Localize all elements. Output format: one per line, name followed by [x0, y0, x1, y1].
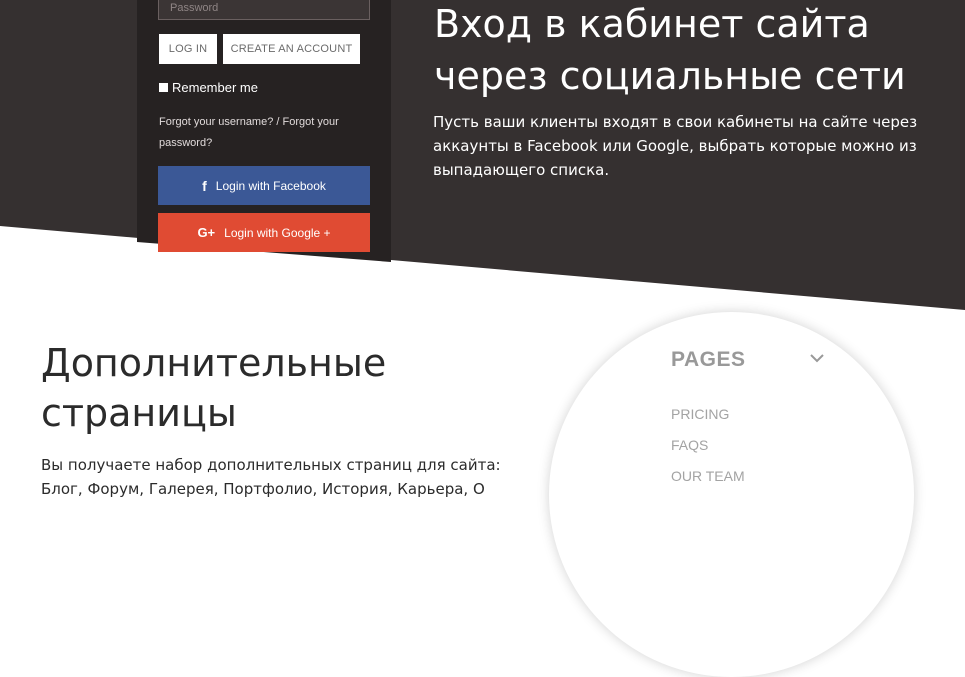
remember-checkbox[interactable] — [159, 83, 168, 92]
menu-item-our-team[interactable]: OUR TEAM — [671, 468, 745, 484]
pages-section-title: Дополнительные страницы — [41, 341, 387, 435]
remember-label: Remember me — [172, 80, 258, 95]
google-login-button[interactable]: G+ Login with Google + — [158, 213, 370, 252]
login-button[interactable]: LOG IN — [159, 34, 217, 64]
facebook-login-button[interactable]: f Login with Facebook — [158, 166, 370, 205]
password-placeholder: Password — [170, 2, 219, 14]
password-input[interactable]: Password — [158, 0, 370, 20]
chevron-down-icon[interactable] — [810, 353, 824, 363]
pages-section-text: Вы получаете набор дополнительных страни… — [41, 456, 501, 498]
google-plus-icon: G+ — [197, 225, 216, 240]
menu-item-pricing[interactable]: PRICING — [671, 406, 729, 422]
facebook-icon: f — [202, 177, 207, 194]
menu-item-faqs[interactable]: FAQS — [671, 437, 708, 453]
hero-title: Вход в кабинет сайта через социальные се… — [434, 2, 906, 98]
create-account-button[interactable]: CREATE AN ACCOUNT — [223, 34, 360, 64]
facebook-label: Login with Facebook — [215, 178, 326, 193]
google-label: Login with Google + — [224, 225, 331, 240]
pages-menu-title[interactable]: PAGES — [671, 348, 745, 372]
hero-text: Пусть ваши клиенты входят в свои кабинет… — [433, 113, 918, 179]
forgot-link[interactable]: Forgot your username? / Forgot your pass… — [159, 112, 369, 154]
remember-me[interactable]: Remember me — [159, 80, 258, 95]
